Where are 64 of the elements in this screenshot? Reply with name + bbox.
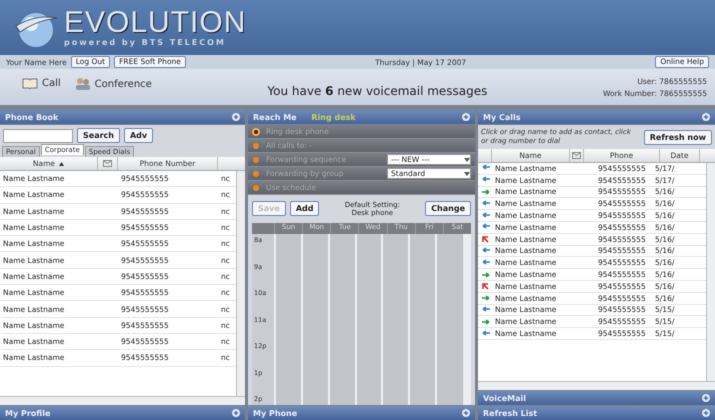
panel-title: My Calls: [483, 112, 522, 122]
incoming-call-icon: [480, 212, 490, 220]
incoming-call-icon: [480, 258, 490, 267]
radio-icon[interactable]: [252, 156, 260, 164]
radio-icon[interactable]: [252, 170, 260, 178]
people-icon: [74, 77, 91, 91]
scrollbar[interactable]: [706, 163, 715, 381]
column-header[interactable]: [570, 149, 584, 162]
logo-text: EVOLUTION: [64, 8, 246, 38]
change-button[interactable]: Change: [425, 201, 471, 216]
action-link[interactable]: Conference: [74, 77, 152, 91]
panel-title: My Profile: [5, 408, 52, 418]
book-icon: [22, 77, 38, 89]
panel-title: Phone Book: [5, 112, 60, 122]
incoming-call-icon: [480, 330, 490, 338]
radio-icon[interactable]: [252, 128, 260, 136]
caret-icon: [464, 158, 470, 162]
horizontal-scrollbar[interactable]: [0, 396, 245, 405]
panel-title: VoiceMail: [483, 394, 528, 402]
incoming-call-icon: [480, 246, 490, 255]
scrollbar[interactable]: [236, 171, 245, 396]
panel-title: My Phone: [253, 408, 298, 418]
refresh-button[interactable]: Refresh now: [644, 130, 712, 144]
radio-icon[interactable]: [252, 184, 260, 192]
envelope-icon: [103, 160, 112, 167]
day-column[interactable]: [274, 234, 301, 405]
expand-icon[interactable]: [232, 113, 240, 121]
voicemail-notice: You have 6 new voicemail messages: [266, 84, 488, 98]
outgoing-call-icon: [480, 318, 490, 326]
day-column[interactable]: [300, 234, 328, 405]
day-column[interactable]: [408, 234, 436, 405]
panel-title: Refresh List: [483, 408, 538, 418]
day-column[interactable]: [381, 234, 408, 405]
advanced-button[interactable]: Adv: [124, 128, 154, 143]
scrollbar[interactable]: [462, 234, 471, 405]
panel-title: Reach Me Ring desk: [253, 112, 357, 122]
schedule-button[interactable]: Add: [290, 201, 320, 216]
day-column[interactable]: [354, 234, 382, 405]
expand-icon[interactable]: [702, 409, 710, 417]
day-column[interactable]: [328, 234, 355, 405]
incoming-call-icon: [480, 164, 490, 172]
outgoing-call-icon: [480, 270, 490, 279]
expand-icon[interactable]: [462, 113, 470, 121]
missed-call-icon: [480, 235, 490, 244]
tagline: powered by BTS TELECOM: [64, 38, 227, 47]
horizontal-scrollbar[interactable]: [478, 381, 715, 390]
search-button[interactable]: Search: [77, 128, 120, 143]
outgoing-call-icon: [480, 294, 490, 302]
sort-icon: [59, 162, 64, 166]
outgoing-call-icon: [480, 188, 490, 196]
action-link[interactable]: Call: [22, 77, 61, 89]
radio-icon[interactable]: [252, 142, 260, 150]
expand-icon[interactable]: [462, 409, 470, 417]
incoming-call-icon: [480, 200, 490, 208]
envelope-icon: [572, 152, 581, 159]
missed-call-icon: [480, 282, 490, 290]
expand-icon[interactable]: [232, 409, 240, 417]
expand-icon[interactable]: [702, 113, 710, 121]
incoming-call-icon: [480, 306, 490, 314]
search-field[interactable]: [3, 128, 73, 142]
caret-icon: [464, 172, 470, 176]
incoming-call-icon: [480, 176, 490, 184]
expand-icon[interactable]: [702, 394, 710, 402]
incoming-call-icon: [480, 223, 490, 232]
